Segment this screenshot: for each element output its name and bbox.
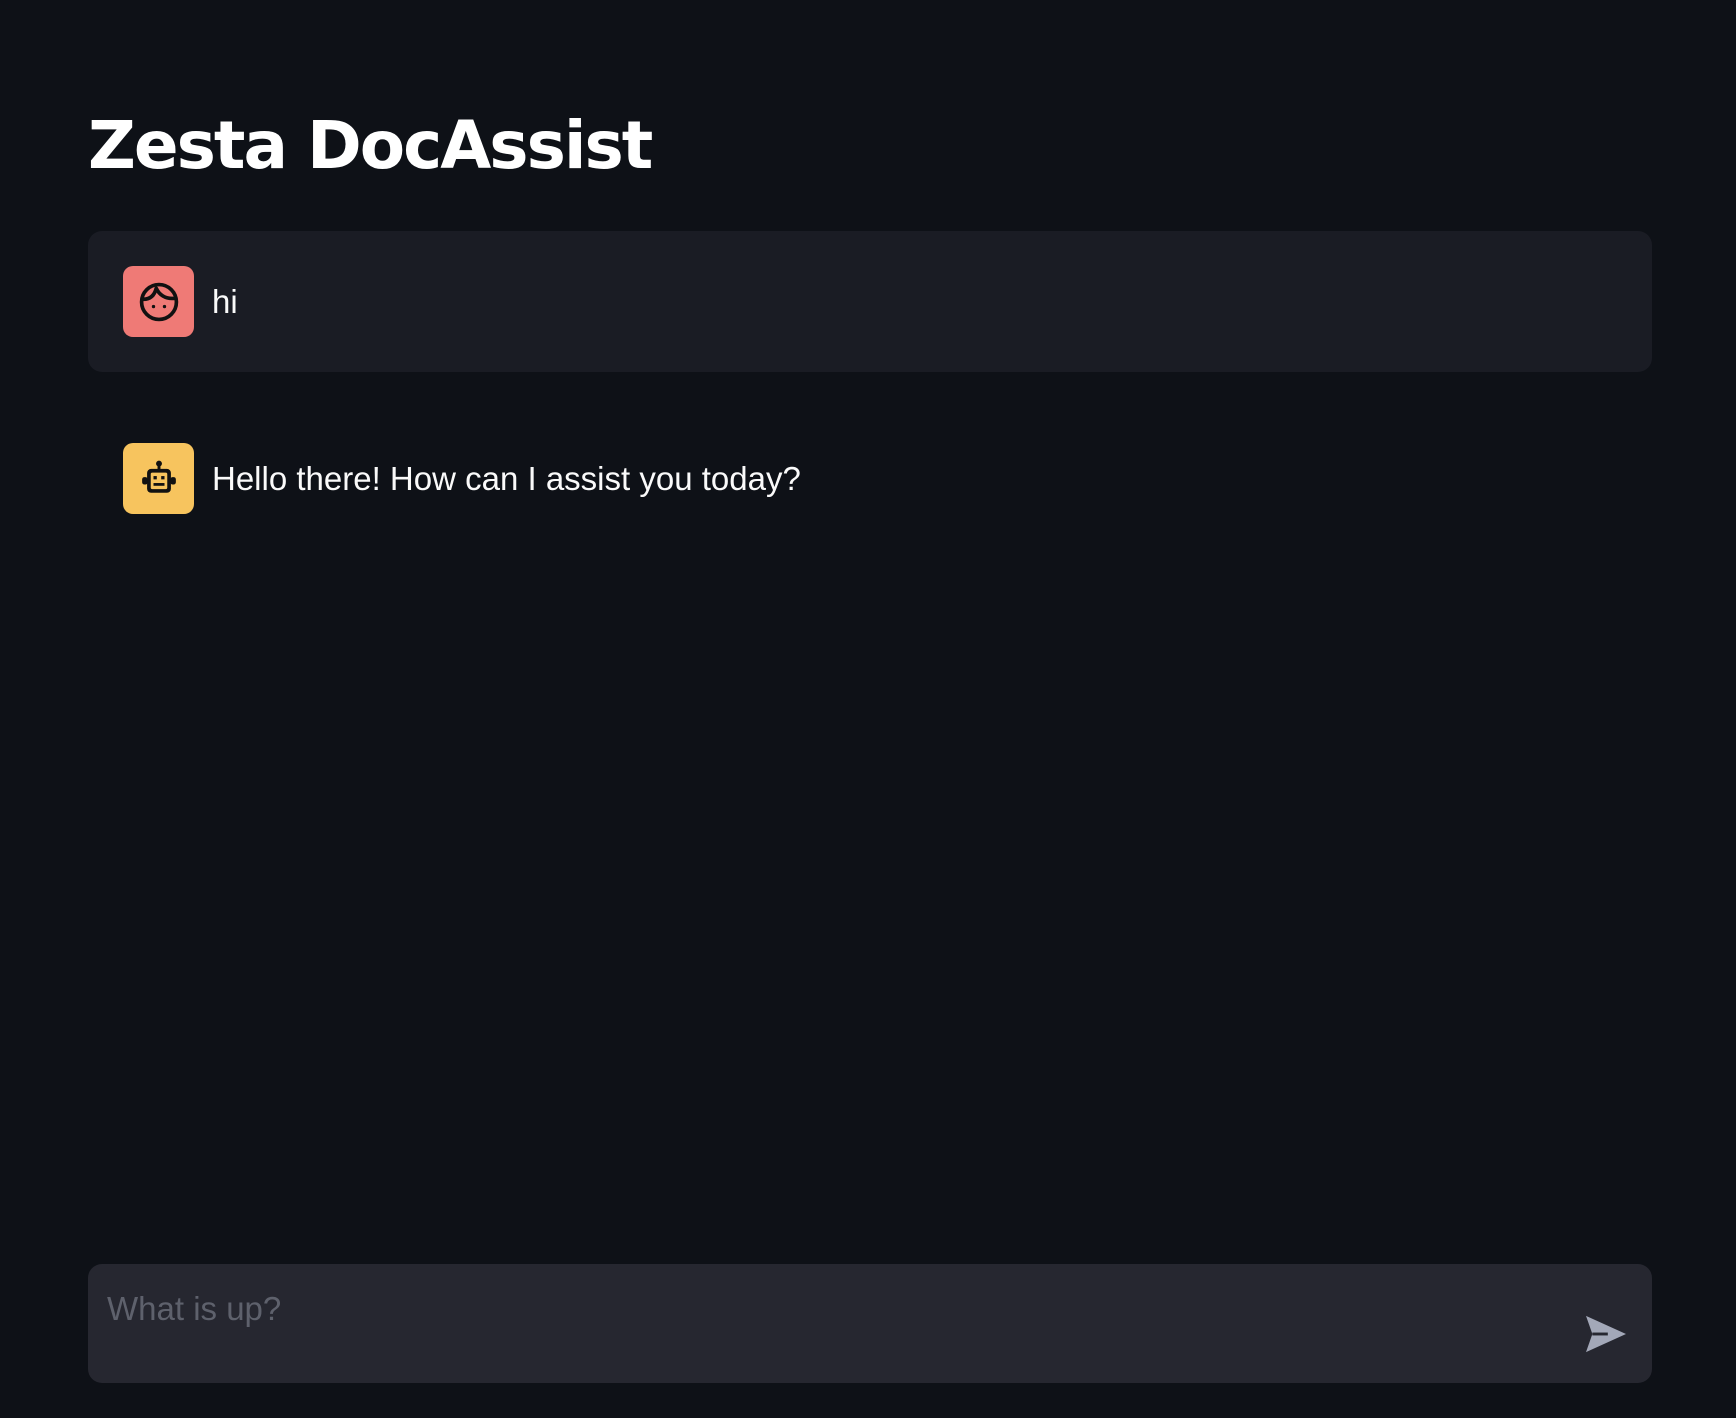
page-title: Zesta DocAssist bbox=[88, 107, 653, 184]
assistant-avatar bbox=[123, 443, 194, 514]
user-avatar bbox=[123, 266, 194, 337]
message-text: hi bbox=[212, 282, 238, 320]
message-text: Hello there! How can I assist you today? bbox=[212, 459, 801, 497]
robot-icon bbox=[137, 457, 181, 501]
chat-message-user: hi bbox=[88, 231, 1652, 372]
chat-input[interactable] bbox=[88, 1264, 1548, 1383]
send-icon bbox=[1584, 1314, 1628, 1354]
chat-message-assistant: Hello there! How can I assist you today? bbox=[88, 408, 1652, 549]
user-face-icon bbox=[137, 280, 181, 324]
chat-input-container bbox=[88, 1264, 1652, 1383]
send-button[interactable] bbox=[1582, 1312, 1630, 1356]
